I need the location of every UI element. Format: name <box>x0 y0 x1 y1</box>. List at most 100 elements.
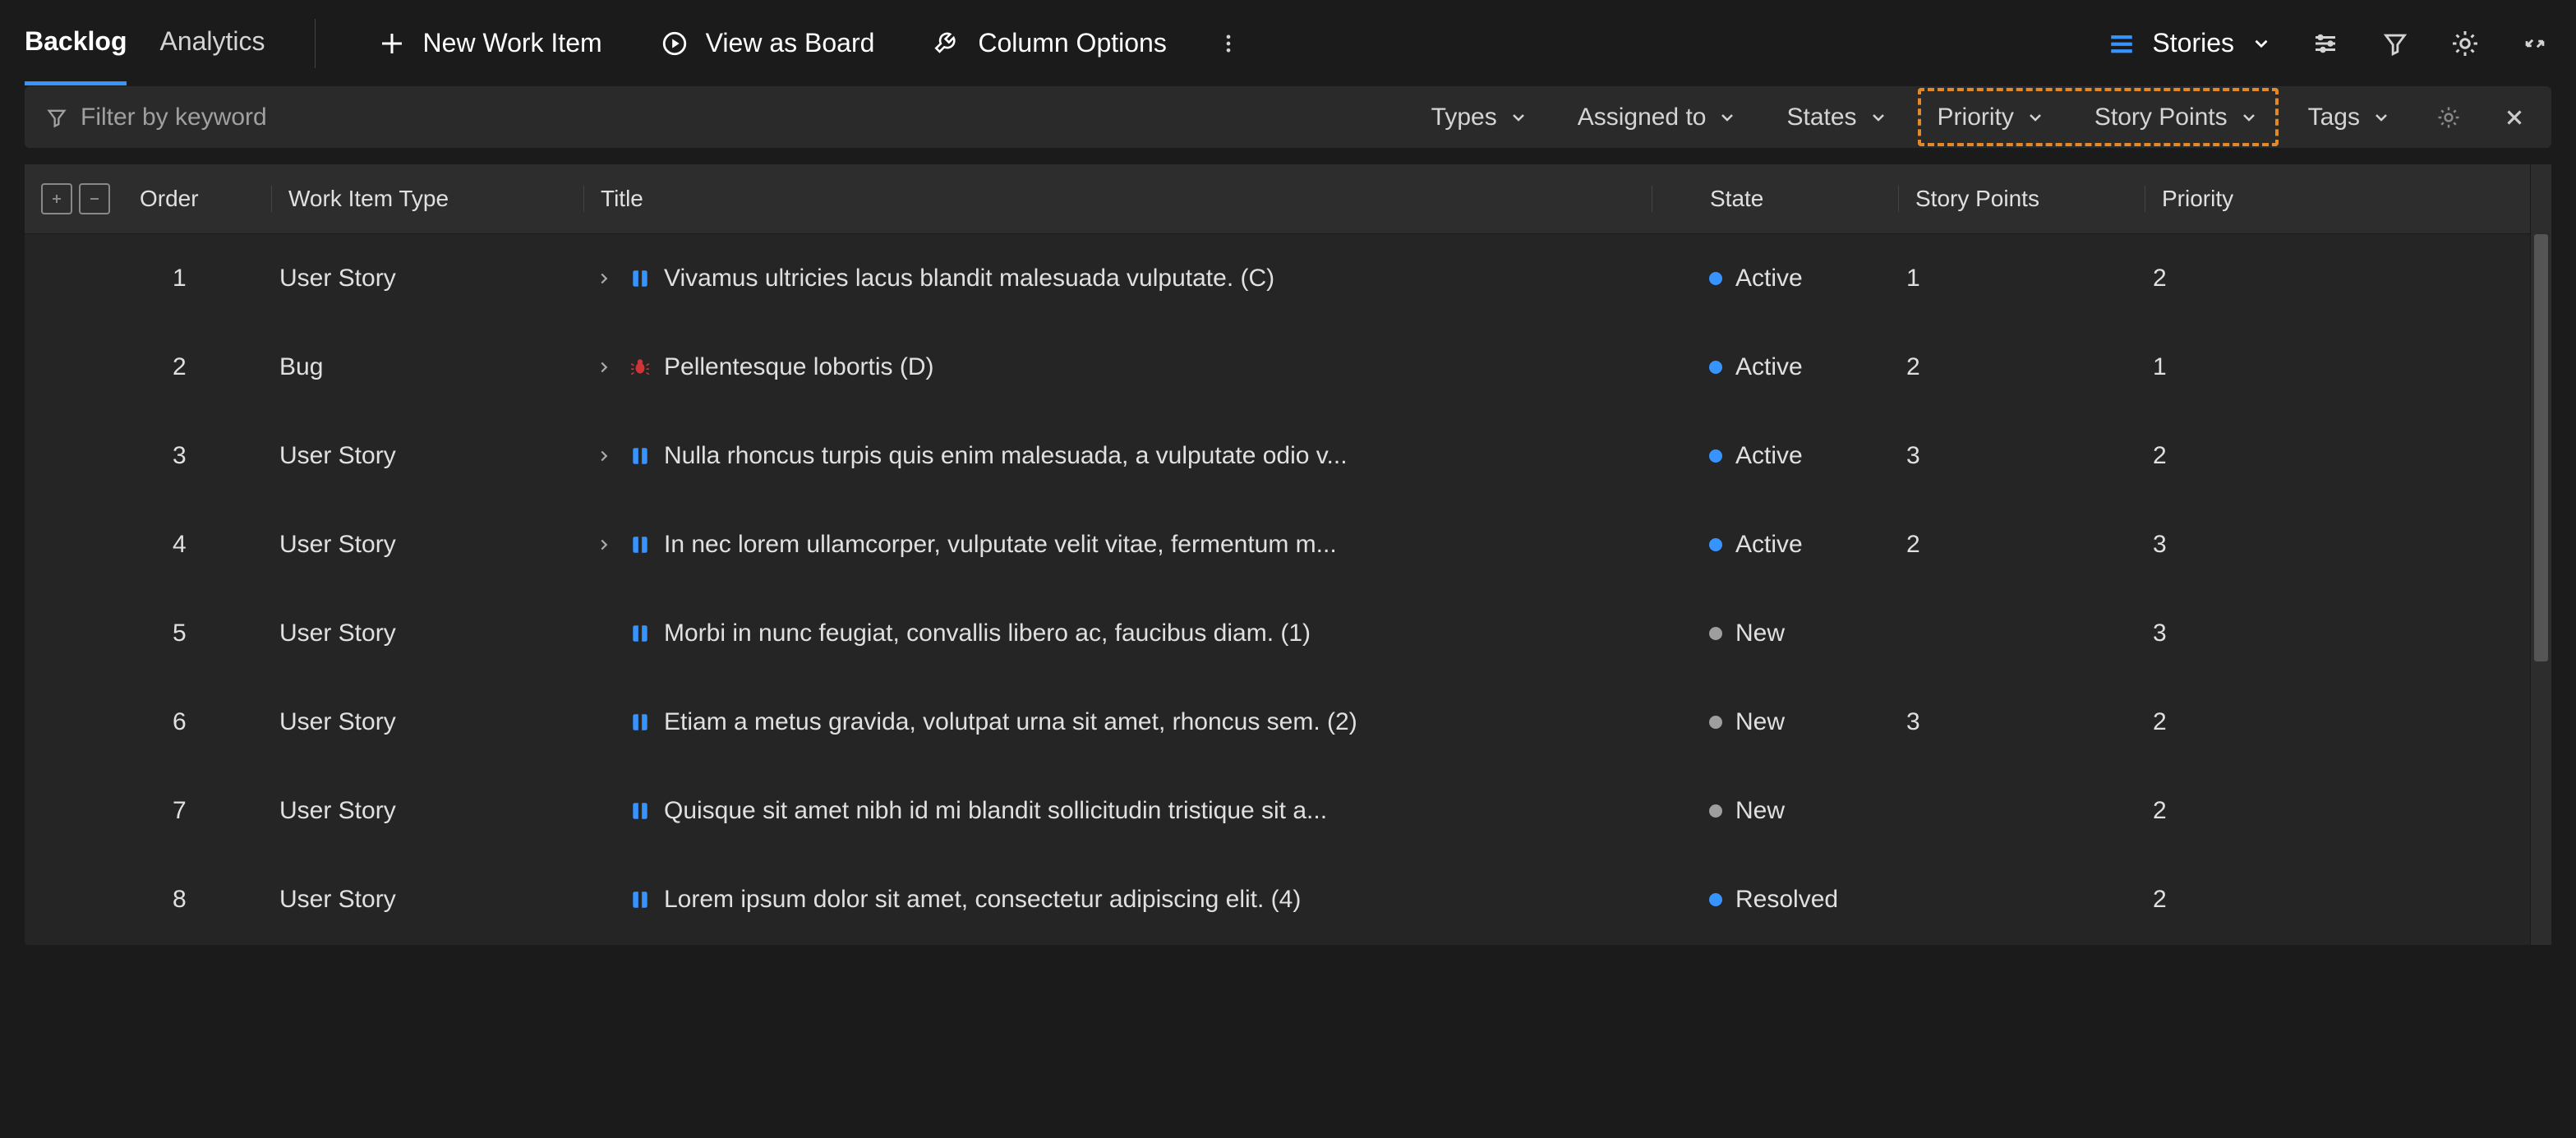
table-row[interactable]: 3User StoryNulla rhoncus turpis quis eni… <box>25 412 2530 500</box>
title-text: Etiam a metus gravida, volutpat urna sit… <box>664 708 1357 736</box>
cell-title[interactable]: Nulla rhoncus turpis quis enim malesuada… <box>583 442 1652 470</box>
state-text: Active <box>1735 531 1803 559</box>
expand-chevron-icon[interactable] <box>592 536 616 554</box>
cell-title[interactable]: Morbi in nunc feugiat, convallis libero … <box>583 620 1652 647</box>
cell-order: 7 <box>131 797 271 825</box>
filter-assigned-to-label: Assigned to <box>1578 104 1707 131</box>
cell-order: 6 <box>131 708 271 736</box>
col-priority[interactable]: Priority <box>2145 186 2391 212</box>
cell-story-points: 1 <box>1898 265 2145 293</box>
expand-chevron-icon[interactable] <box>592 358 616 376</box>
tab-backlog[interactable]: Backlog <box>25 2 127 85</box>
vertical-scrollbar[interactable] <box>2530 164 2551 945</box>
filter-tags[interactable]: Tags <box>2300 99 2399 136</box>
filter-states-label: States <box>1786 104 1856 131</box>
cell-type: User Story <box>271 886 583 914</box>
cell-story-points: 2 <box>1898 353 2145 381</box>
cell-state: Active <box>1652 531 1898 559</box>
filter-types[interactable]: Types <box>1423 99 1537 136</box>
new-work-item-button[interactable]: New Work Item <box>365 20 615 67</box>
user-story-icon <box>628 444 652 468</box>
cell-order: 5 <box>131 620 271 647</box>
cell-state: Active <box>1652 442 1898 470</box>
filter-keyword-input[interactable] <box>81 104 450 131</box>
state-text: Active <box>1735 265 1803 293</box>
grid-header: Order Work Item Type Title State Story P… <box>25 164 2530 234</box>
list-icon <box>2108 30 2136 58</box>
table-row[interactable]: 8User StoryLorem ipsum dolor sit amet, c… <box>25 855 2530 944</box>
tab-analytics[interactable]: Analytics <box>159 2 265 85</box>
cell-title[interactable]: Etiam a metus gravida, volutpat urna sit… <box>583 708 1652 736</box>
chevron-down-icon <box>1509 108 1528 127</box>
user-story-icon <box>628 621 652 646</box>
backlog-level-selector[interactable]: Stories <box>2108 28 2272 58</box>
cell-priority: 3 <box>2145 531 2391 559</box>
collapse-icon <box>2521 30 2549 58</box>
state-indicator-icon <box>1709 804 1722 818</box>
state-indicator-icon <box>1709 361 1722 374</box>
column-options-label: Column Options <box>978 28 1166 58</box>
filter-states[interactable]: States <box>1778 99 1896 136</box>
chevron-down-icon <box>2371 108 2391 127</box>
cell-state: Active <box>1652 265 1898 293</box>
table-row[interactable]: 2BugPellentesque lobortis (D)Active21 <box>25 323 2530 412</box>
scroll-thumb[interactable] <box>2534 234 2548 661</box>
col-work-item-type[interactable]: Work Item Type <box>271 186 583 212</box>
cell-story-points: 2 <box>1898 531 2145 559</box>
settings-button[interactable] <box>2449 27 2482 60</box>
clear-filters-button[interactable] <box>2498 101 2531 134</box>
view-as-board-button[interactable]: View as Board <box>647 20 887 67</box>
collapse-all-button[interactable] <box>79 183 110 214</box>
cell-type: User Story <box>271 708 583 736</box>
table-row[interactable]: 6User Story Etiam a metus gravida, volutp… <box>25 678 2530 767</box>
cell-title[interactable]: Lorem ipsum dolor sit amet, consectetur … <box>583 886 1652 914</box>
table-row[interactable]: 4User StoryIn nec lorem ullamcorper, vul… <box>25 500 2530 589</box>
cell-title[interactable]: Quisque sit amet nibh id mi blandit soll… <box>583 797 1652 825</box>
cell-order: 1 <box>131 265 271 293</box>
filter-types-label: Types <box>1431 104 1497 131</box>
close-icon <box>2502 105 2527 130</box>
view-options-button[interactable] <box>2309 27 2342 60</box>
chevron-down-icon <box>2025 108 2045 127</box>
filter-story-points[interactable]: Story Points <box>2086 99 2267 136</box>
col-order[interactable]: Order <box>131 186 271 212</box>
cell-order: 3 <box>131 442 271 470</box>
cell-type: Bug <box>271 353 583 381</box>
expand-chevron-icon[interactable] <box>592 447 616 465</box>
cell-priority: 3 <box>2145 620 2391 647</box>
col-title[interactable]: Title <box>583 186 1652 212</box>
funnel-icon <box>2381 30 2409 58</box>
title-text: Quisque sit amet nibh id mi blandit soll… <box>664 797 1327 825</box>
grid-body: 1 User Story Vivamus ultricies lacus bland… <box>25 234 2530 944</box>
more-actions-button[interactable] <box>1212 27 1245 60</box>
plus-icon <box>377 29 407 58</box>
col-story-points[interactable]: Story Points <box>1898 186 2145 212</box>
fullscreen-toggle-button[interactable] <box>2518 27 2551 60</box>
state-text: New <box>1735 708 1785 736</box>
table-row[interactable]: 1User StoryVivamus ultricies lacus bland… <box>25 234 2530 323</box>
filter-priority[interactable]: Priority <box>1929 99 2053 136</box>
state-indicator-icon <box>1709 272 1722 285</box>
filter-toggle-button[interactable] <box>2379 27 2412 60</box>
table-row[interactable]: 7User StoryQuisque sit amet nibh id mi b… <box>25 767 2530 855</box>
cell-title[interactable]: Vivamus ultricies lacus blandit malesuad… <box>583 265 1652 293</box>
cell-order: 2 <box>131 353 271 381</box>
filter-input-wrap <box>45 104 489 131</box>
cell-order: 8 <box>131 886 271 914</box>
cell-title[interactable]: In nec lorem ullamcorper, vulputate veli… <box>583 531 1652 559</box>
column-options-button[interactable]: Column Options <box>919 20 1178 67</box>
cell-title[interactable]: Pellentesque lobortis (D) <box>583 353 1652 381</box>
dots-vertical-icon <box>1217 32 1240 55</box>
cell-type: User Story <box>271 531 583 559</box>
col-state[interactable]: State <box>1652 186 1898 212</box>
expand-all-button[interactable] <box>41 183 72 214</box>
filter-settings-button[interactable] <box>2432 101 2465 134</box>
wrench-icon <box>932 29 961 58</box>
table-row[interactable]: 5User StoryMorbi in nunc feugiat, conval… <box>25 589 2530 678</box>
plus-icon <box>47 189 67 209</box>
cell-state: New <box>1652 797 1898 825</box>
expand-chevron-icon[interactable] <box>592 270 616 288</box>
cell-state: New <box>1652 708 1898 736</box>
filter-assigned-to[interactable]: Assigned to <box>1569 99 1746 136</box>
filter-bar: Types Assigned to States Priority Story … <box>25 86 2551 148</box>
